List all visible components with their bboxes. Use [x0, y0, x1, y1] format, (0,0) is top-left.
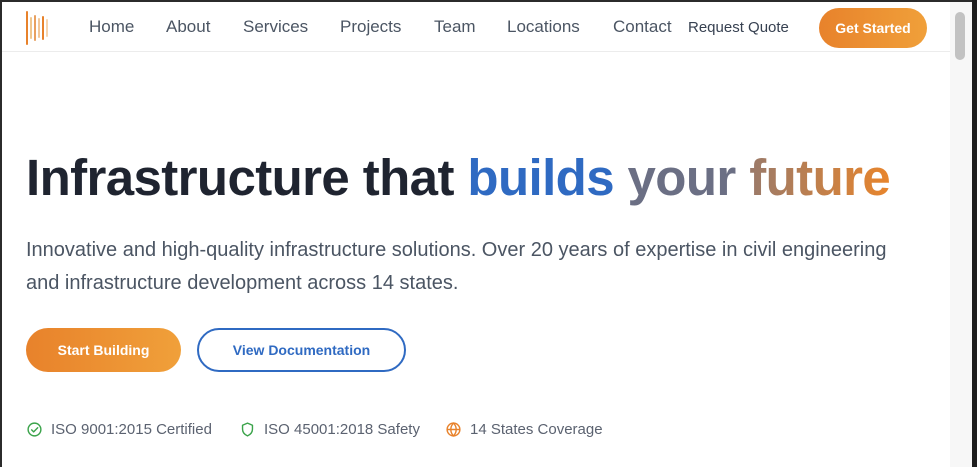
hero-subtitle: Innovative and high-quality infrastructu… [26, 239, 887, 294]
nav-home[interactable]: Home [89, 17, 134, 37]
shield-icon [241, 422, 254, 437]
badge-iso-9001: ISO 9001:2015 Certified [26, 421, 212, 438]
hero-title-word-future: future [749, 149, 891, 206]
badge-label: 14 States Coverage [470, 421, 603, 438]
check-circle-icon [27, 422, 42, 437]
nav-services[interactable]: Services [243, 17, 308, 37]
badge-iso-45001: ISO 45001:2018 Safety [239, 421, 420, 438]
logo[interactable] [26, 6, 50, 50]
get-started-button[interactable]: Get Started [819, 8, 927, 48]
hero-title-word-builds: builds [467, 149, 614, 206]
scrollbar[interactable] [950, 2, 972, 467]
badge-label: ISO 9001:2015 Certified [51, 421, 212, 438]
window-edge [972, 0, 977, 467]
nav-contact[interactable]: Contact [613, 17, 672, 37]
page: Home About Services Projects Team Locati… [2, 2, 972, 467]
hero-title-word-your: your [627, 149, 737, 206]
scrollbar-thumb[interactable] [955, 12, 965, 60]
badge-label: ISO 45001:2018 Safety [264, 421, 420, 438]
nav-projects[interactable]: Projects [340, 17, 401, 37]
hero-title: Infrastructure that builds your future [26, 148, 891, 207]
nav-locations[interactable]: Locations [507, 17, 580, 37]
nav-team[interactable]: Team [434, 17, 476, 37]
globe-icon [446, 422, 461, 437]
badge-states-coverage: 14 States Coverage [445, 421, 603, 438]
nav-about[interactable]: About [166, 17, 210, 37]
request-quote-link[interactable]: Request Quote [688, 19, 789, 36]
site-header: Home About Services Projects Team Locati… [2, 2, 950, 52]
hero-title-main: Infrastructure that [26, 149, 468, 206]
view-documentation-button[interactable]: View Documentation [197, 328, 406, 372]
start-building-button[interactable]: Start Building [26, 328, 181, 372]
